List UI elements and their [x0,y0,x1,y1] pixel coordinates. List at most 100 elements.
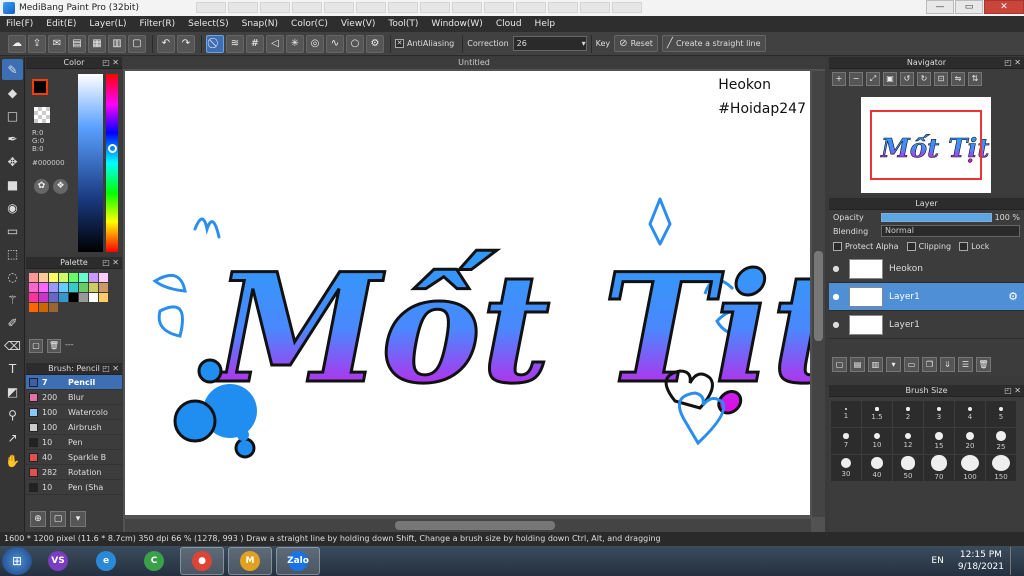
snap-settings-gear-icon[interactable]: ⚙ [366,34,384,53]
lock-toggle[interactable]: Lock [959,242,989,251]
canvas[interactable]: Mốt Tịt Heokon #Hoidap247 [125,71,810,515]
windows-start-icon[interactable]: ⊞ [2,547,32,575]
panel-window-controls[interactable]: ◰ ✕ [102,57,119,69]
layer-settings-gear-icon[interactable]: ⚙ [1008,290,1018,303]
brush-size-option[interactable]: 20 [955,428,985,454]
show-desktop-button[interactable] [1010,547,1016,575]
folder-icon[interactable]: ▭ [904,357,919,372]
palette-swatch[interactable] [29,283,38,292]
dot-tool-icon[interactable]: □ [2,105,23,126]
flip-horizontal-icon[interactable]: ⇋ [951,72,965,86]
merge-down-icon[interactable]: ⇓ [940,357,955,372]
palette-swatch[interactable] [39,283,48,292]
palette-swatch[interactable] [29,273,38,282]
comment-icon[interactable]: ✉ [48,34,66,53]
add-brush-icon[interactable]: ⊕ [30,511,46,527]
blending-select[interactable]: Normal [881,225,1020,237]
correction-select[interactable]: 26 ▾ [512,36,587,51]
protect-alpha-toggle[interactable]: Protect Alpha [833,242,899,251]
actual-size-icon[interactable]: ▣ [883,72,897,86]
undo-icon[interactable]: ↶ [157,34,175,53]
duplicate-layer-icon[interactable]: ❐ [922,357,937,372]
brush-size-option[interactable]: 25 [986,428,1016,454]
antialiasing-checkbox[interactable]: ✕ [395,39,404,48]
opacity-slider[interactable] [881,212,992,222]
brush-size-option[interactable]: 50 [893,455,923,481]
brush-size-option[interactable]: 4 [955,401,985,427]
taskbar-app-medibang[interactable]: M [228,547,272,575]
perspective-snap-icon[interactable]: ◁ [266,34,284,53]
layer-property-icon[interactable]: ☰ [958,357,973,372]
viewport-indicator[interactable] [870,110,982,180]
palette-swatch[interactable] [49,273,58,282]
palette-swatch[interactable] [69,273,78,282]
layer-menu-icon[interactable]: ▾ [886,357,901,372]
brush-size-option[interactable]: 2 [893,401,923,427]
palette-swatch[interactable] [59,273,68,282]
add-halftone-layer-icon[interactable]: ▤ [850,357,865,372]
palette-swatch[interactable] [49,303,58,312]
delete-layer-icon[interactable]: 🗑 [976,357,991,372]
menu-select[interactable]: Select(S) [188,19,229,29]
close-button[interactable]: ✕ [984,0,1024,14]
hand-tool-icon[interactable]: ✋ [2,450,23,471]
color-wheel-icon[interactable]: ✿ [34,179,49,194]
palette-swatch[interactable] [99,293,108,302]
layer-item[interactable]: ● Layer1 ⚙ [829,283,1024,311]
layer-item[interactable]: ● Heokon [829,255,1024,283]
horizontal-scroll-thumb[interactable] [395,521,555,530]
panel-window-controls[interactable]: ◰ ✕ [102,257,119,269]
delete-palette-icon[interactable]: 🗑 [47,339,61,353]
transparent-color-swatch[interactable] [34,107,50,123]
snap-off-icon[interactable]: ⃠ [206,34,224,53]
brush-item[interactable]: 100 Airbrush [26,420,122,435]
brush-size-option[interactable]: 5 [986,401,1016,427]
magic-wand-tool-icon[interactable]: ⚚ [2,289,23,310]
layer-item[interactable]: ● Layer1 [829,311,1024,339]
rotate-right-icon[interactable]: ↻ [917,72,931,86]
palette-swatch[interactable] [59,293,68,302]
palette-swatch[interactable] [89,283,98,292]
brush-tool-icon[interactable]: ✎ [2,59,23,80]
copy-brush-icon[interactable]: ▢ [50,511,66,527]
page-icon[interactable]: ▢ [128,34,146,53]
brush-size-option[interactable]: 150 [986,455,1016,481]
palette-swatch[interactable] [79,273,88,282]
brush-size-option[interactable]: 3 [924,401,954,427]
menu-file[interactable]: File(F) [6,19,33,29]
eyedropper-tool-icon[interactable]: ⚲ [2,404,23,425]
visibility-eye-icon[interactable]: ● [829,264,843,273]
cloud-icon[interactable]: ☁ [8,34,26,53]
document-tab[interactable]: Untitled [123,57,825,69]
brush-size-option[interactable]: 40 [862,455,892,481]
rotate-left-icon[interactable]: ↺ [900,72,914,86]
operation-tool-icon[interactable]: ↗ [2,427,23,448]
fill-tool-icon[interactable]: ◉ [2,197,23,218]
divide-tool-icon[interactable]: ◩ [2,381,23,402]
brush-size-option[interactable]: 1.5 [862,401,892,427]
menu-layer[interactable]: Layer(L) [89,19,126,29]
brush-menu-icon[interactable]: ▾ [70,511,86,527]
radial-snap-icon[interactable]: ✳ [286,34,304,53]
palette-swatch[interactable] [99,283,108,292]
saturation-value-picker[interactable] [78,74,103,252]
clock[interactable]: 12:15 PM 9/18/2021 [958,549,1004,573]
document-icon[interactable]: ▤ [68,34,86,53]
palette-swatch[interactable] [29,303,38,312]
parallel-snap-icon[interactable]: ≋ [226,34,244,53]
create-straight-line-button[interactable]: ╱ Create a straight line [661,35,766,52]
lasso-tool-icon[interactable]: ◌ [2,266,23,287]
menu-filter[interactable]: Filter(R) [140,19,176,29]
brush-size-option[interactable]: 30 [831,455,861,481]
palette-swatch[interactable] [39,273,48,282]
taskbar-app-visual-studio[interactable]: VS [36,547,80,575]
brush-item[interactable]: 7 Pencil [26,375,122,390]
palette-swatch[interactable] [79,283,88,292]
horizontal-scrollbar[interactable] [125,519,811,532]
select-tool-icon[interactable]: ⬚ [2,243,23,264]
visibility-eye-icon[interactable]: ● [829,292,843,301]
brush-size-option[interactable]: 15 [924,428,954,454]
curve-snap-icon[interactable]: ∿ [326,34,344,53]
redo-icon[interactable]: ↷ [177,34,195,53]
circle-snap-icon[interactable]: ○ [346,34,364,53]
